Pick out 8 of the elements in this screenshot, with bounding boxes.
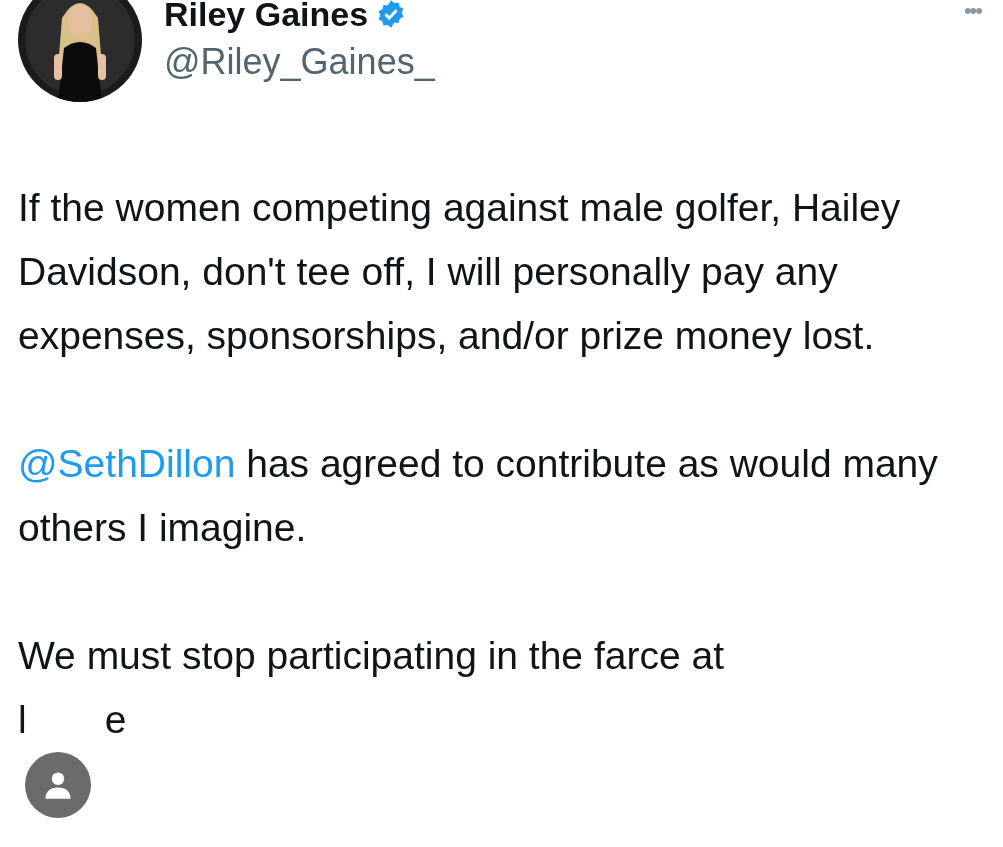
tweet-paragraph: We must stop participating in the farce at — [18, 633, 725, 679]
tweet-paragraph: @SethDillon has agreed to contribute as would many others I imagine. — [18, 441, 939, 551]
author-handle[interactable]: @Riley_Gaines_ — [164, 40, 964, 84]
tweet-paragraph: If the women competing against male golfer, Hailey Davidson, don't tee off, I will personally pay any expenses, sponsorships, and/or prize money lost. — [18, 185, 902, 359]
author-name[interactable]: Riley Gaines — [164, 0, 369, 34]
text-fragment: e — [104, 697, 127, 743]
text-fragment: l — [18, 697, 27, 743]
person-icon — [43, 770, 73, 800]
